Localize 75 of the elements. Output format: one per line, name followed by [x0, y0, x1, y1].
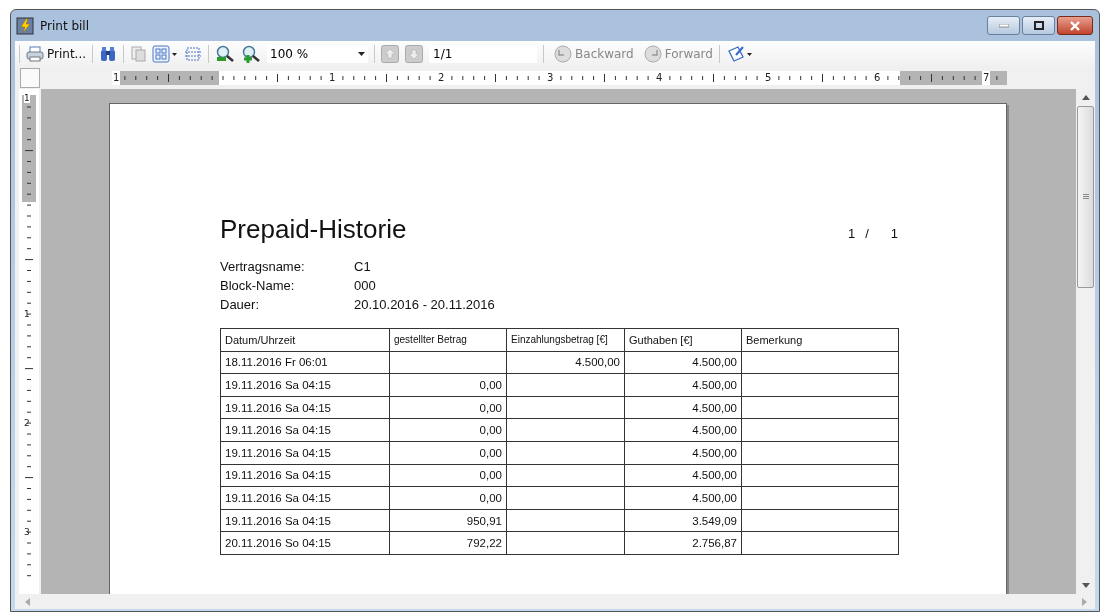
- column-header: Bemerkung: [741, 328, 899, 352]
- table-cell: 4.500,00: [624, 418, 742, 442]
- table-cell: 0,00: [389, 418, 507, 442]
- scroll-up-icon[interactable]: [1081, 95, 1090, 100]
- table-cell: 0,00: [389, 486, 507, 510]
- pen-dropdown-icon[interactable]: [725, 45, 754, 63]
- ruler-number: 3: [24, 527, 30, 537]
- scroll-left-icon[interactable]: [25, 597, 30, 606]
- page-setup-icon[interactable]: [184, 46, 203, 62]
- report-title: Prepaid-Historie: [220, 214, 407, 245]
- table-cell: 4.500,00: [624, 441, 742, 465]
- ruler-number: 1: [24, 309, 30, 319]
- ruler-number: 1: [112, 71, 121, 85]
- printer-icon[interactable]: [26, 46, 44, 62]
- info-label: Dauer:: [220, 297, 261, 312]
- table-cell: 4.500,00: [624, 351, 742, 374]
- table-cell: 4.500,00: [624, 464, 742, 487]
- info-value: 20.10.2016 - 20.11.2016: [354, 297, 495, 312]
- table-cell: 3.549,09: [624, 509, 742, 532]
- table-cell: 0,00: [389, 464, 507, 487]
- maximize-button[interactable]: [1022, 16, 1055, 35]
- table-cell: 2.756,87: [624, 531, 742, 555]
- page-number: 1: [847, 226, 856, 241]
- window-title: Print bill: [40, 18, 90, 33]
- page-total: 1: [890, 226, 898, 241]
- close-icon[interactable]: [1069, 20, 1081, 31]
- table-cell: 20.11.2016 So 04:15: [220, 531, 390, 555]
- scroll-thumb[interactable]: [1077, 106, 1094, 288]
- ruler-number: 2: [24, 418, 30, 428]
- table-cell: 19.11.2016 Sa 04:15: [220, 396, 390, 419]
- table-cell: 18.11.2016 Fr 06:01: [220, 351, 390, 374]
- column-header: Einzahlungsbetrag [€]: [506, 328, 625, 352]
- zoom-dropdown[interactable]: 100 %: [267, 45, 369, 63]
- grid-dropdown-icon[interactable]: [152, 45, 179, 63]
- table-cell: 4.500,00: [624, 373, 742, 397]
- info-label: Vertragsname:: [220, 259, 306, 274]
- ruler-number: 7: [982, 71, 991, 85]
- info-value: C1: [354, 259, 372, 274]
- table-cell: 0,00: [389, 396, 507, 419]
- column-header: gestellter Betrag: [389, 328, 507, 352]
- column-header: Datum/Uhrzeit: [220, 328, 390, 352]
- close-button[interactable]: [1057, 16, 1093, 35]
- table-cell: 792,22: [389, 531, 507, 555]
- table-cell: 19.11.2016 Sa 04:15: [220, 464, 390, 487]
- table-cell: 19.11.2016 Sa 04:15: [220, 509, 390, 532]
- caret-icon[interactable]: [358, 52, 366, 56]
- table-cell: 4.500,00: [624, 486, 742, 510]
- zoom-in-icon[interactable]: [241, 45, 262, 63]
- page-up-icon[interactable]: [381, 45, 400, 63]
- table-cell: 19.11.2016 Sa 04:15: [220, 486, 390, 510]
- page-number-field[interactable]: 1/1: [429, 45, 538, 63]
- info-value: 000: [354, 278, 377, 293]
- scroll-right-icon[interactable]: [1082, 597, 1087, 606]
- table-cell: 19.11.2016 Sa 04:15: [220, 418, 390, 442]
- ruler-number: 1: [24, 93, 30, 103]
- table-cell: 19.11.2016 Sa 04:15: [220, 441, 390, 465]
- table-cell: 0,00: [389, 441, 507, 465]
- minimize-icon[interactable]: [998, 23, 1009, 28]
- scroll-down-icon[interactable]: [1081, 583, 1090, 588]
- info-label: Block-Name:: [220, 278, 296, 293]
- table-cell: 950,91: [389, 509, 507, 532]
- maximize-icon[interactable]: [1033, 21, 1044, 30]
- table-cell: 4.500,00: [506, 351, 625, 374]
- zoom-out-icon[interactable]: [215, 45, 236, 63]
- page-down-icon[interactable]: [405, 45, 424, 63]
- table-cell: 4.500,00: [624, 396, 742, 419]
- print-button[interactable]: Print...: [26, 46, 87, 62]
- table-cell: 0,00: [389, 373, 507, 397]
- binoculars-icon[interactable]: [99, 46, 118, 62]
- horizontal-scrollbar[interactable]: [15, 594, 1095, 609]
- page-separator: /: [865, 226, 869, 241]
- column-header: Guthaben [€]: [624, 328, 742, 352]
- lightning-icon: [16, 16, 34, 35]
- document-icon[interactable]: [130, 46, 147, 62]
- table-cell: 19.11.2016 Sa 04:15: [220, 373, 390, 397]
